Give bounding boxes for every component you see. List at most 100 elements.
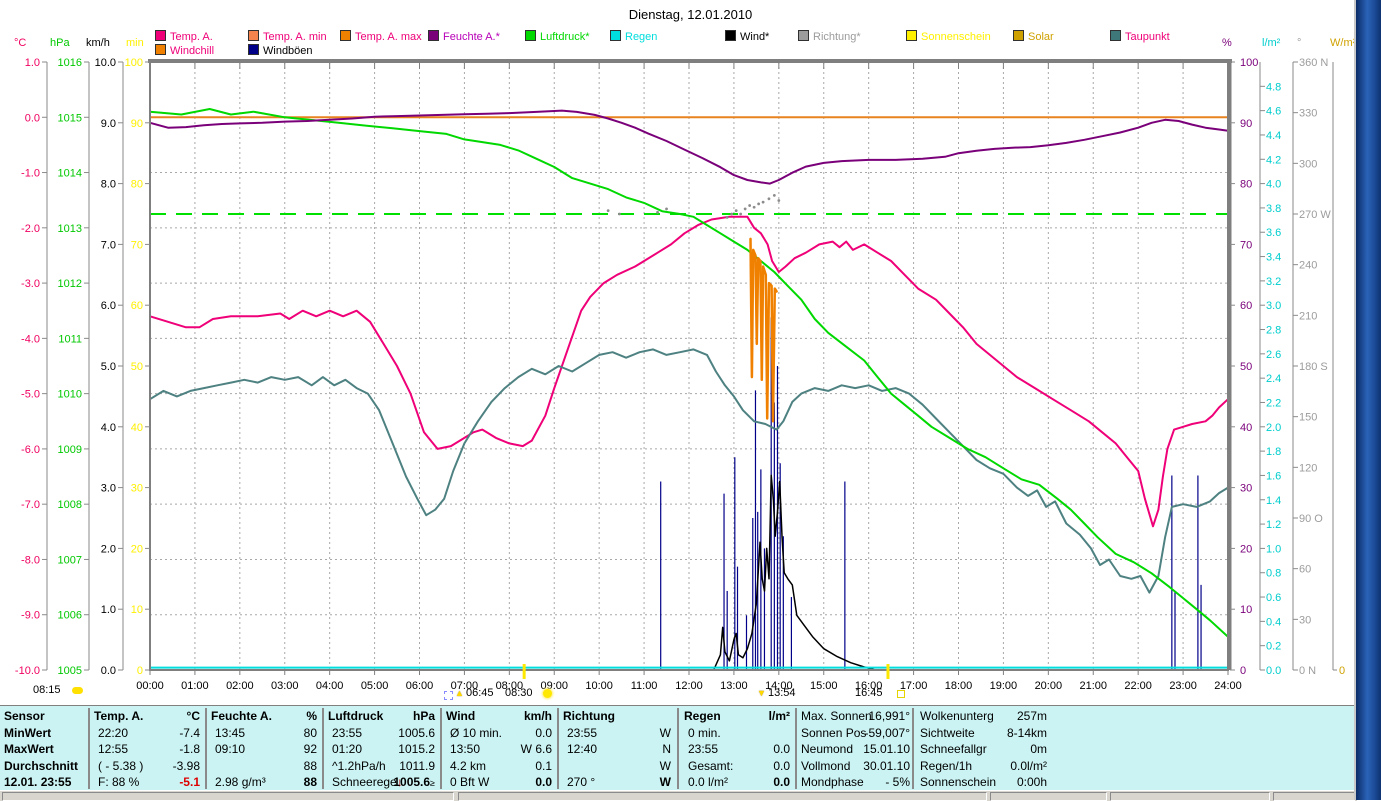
axis-tick-label: 0.8 [1266,568,1281,580]
axis-tick-label: 1011 [58,333,82,345]
axis-tick-label: 90 O [1299,513,1323,525]
axis-tick-label: 10 [1240,604,1252,616]
chart-plot-area[interactable]: 00:00 01:00 02:00 03:00 04:00 05:00 06:00 07:00… [0,0,1381,800]
series-richtung-dot [772,194,776,197]
axis-tick-label: 2.0 [101,543,116,555]
table-cell: Richtung [563,709,615,723]
axis-tick-label: 05:00 [361,680,389,692]
axis-tick-label: 12:00 [675,680,703,692]
axis-tick-label: 1009 [58,444,82,456]
axis-tick-label: 1005 [58,665,82,677]
axis-tick-label: 0.4 [1266,616,1281,628]
table-cell: - 5% [885,775,910,790]
sun-cloud-icon [72,687,83,694]
axis-tick-label: 50 [131,361,143,373]
down-arrow-icon: ▼ [757,688,766,698]
axis-tick-label: 3.0 [1266,300,1281,312]
axis-tick-label: 2.4 [1266,373,1281,385]
axis-tick-label: 10:00 [585,680,613,692]
series-richtung-dot [743,207,747,211]
table-cell: 257m [1016,709,1047,723]
table-cell: 0.0 [773,742,790,757]
axis-tick-label: 4.4 [1266,130,1281,142]
series-richtung-dot [725,215,729,219]
axis-tick-label: 20 [1240,543,1252,555]
axis-tick-label: 30 [1299,614,1311,626]
axis-tick-label: 1.0 [101,604,116,616]
table-cell: 0.1 [535,758,552,773]
axis-tick-label: 100 [1240,57,1258,69]
axis-tick-label: 80 [131,179,143,191]
axis-tick-label: 3.0 [101,483,116,495]
axis-tick-label: 1.4 [1266,495,1281,507]
axis-tick-label: 180 S [1299,361,1328,373]
axis-tick-label: -1.0 [21,168,40,180]
table-cell: W [659,725,671,740]
table-cell: MinWert [4,725,52,740]
axis-tick-label: -2.0 [21,223,40,235]
series-richtung-dot [777,199,781,202]
series-richtung-dot [761,200,765,204]
sunset-square-icon [897,690,905,698]
table-cell: 8-14km [1006,725,1047,740]
table-divider [205,708,207,789]
series-richtung-dot [757,202,761,206]
table-cell: 0m [1030,742,1047,757]
table-cell: 88 [303,758,317,773]
axis-tick-label: 100 [125,57,143,69]
axis-tick-label: 11:00 [631,680,658,692]
table-cell: hPa [412,709,435,723]
axis-tick-label: -10.0 [15,665,40,677]
axis-tick-label: 1.0 [1266,543,1281,555]
axis-tick-label: 0.0 [101,665,116,677]
table-cell: -1.8 [179,742,200,757]
weather-app-window: Dienstag, 12.01.2010 Temp. A. Temp. A. mi… [0,0,1381,801]
axis-tick-label: 20 [131,543,143,555]
axis-tick-label: 4.0 [101,422,116,434]
axis-tick-label: 0.2 [1266,641,1281,653]
axis-tick-label: -8.0 [21,554,40,566]
axis-tick-label: 1012 [58,278,82,290]
axis-tick-label: 0 N [1299,665,1316,677]
axis-tick-label: 30 [1240,483,1252,495]
axis-tick-label: 0 [137,665,143,677]
table-cell: N [662,742,671,757]
axis-tick-label: 15:00 [810,680,838,692]
desktop-background-strip [1354,0,1381,800]
series-richtung-dot [617,212,621,216]
axis-tick-label: 0.6 [1266,592,1281,604]
table-cell: % [306,709,317,723]
axis-tick-label: 1008 [58,499,82,511]
series-richtung-dot [656,210,659,214]
axis-tick-label: 1.8 [1266,446,1281,458]
series-richtung-dot [606,209,610,213]
axis-tick-label: 1015 [58,112,82,124]
series-richtung-dot [752,205,756,209]
table-cell: 0 min. [688,725,721,740]
table-divider [795,708,797,789]
table-cell: °C [186,709,200,723]
axis-tick-label: 1.2 [1266,519,1281,531]
table-cell: Sensor [4,709,45,723]
table-cell: -7.4 [179,725,200,740]
axis-tick-label: 21:00 [1079,680,1107,692]
table-cell: 1005.6 [398,725,435,740]
axis-tick-label: 5.0 [101,361,116,373]
sensor-stats-table: Sensor MinWert MaxWert Durchschnitt 12.01. 2… [0,705,1357,792]
axis-tick-label: 90 [1240,118,1252,130]
series-richtung-dot [665,207,668,211]
axis-tick-label: 1.6 [1266,470,1281,482]
axis-tick-label: 150 [1299,412,1317,424]
table-divider [440,708,442,789]
axis-tick-label: 70 [1240,239,1252,251]
table-cell: MaxWert [4,742,54,757]
axis-tick-label: 3.6 [1266,227,1281,239]
table-cell: 1011.9 [399,758,435,773]
table-cell: W [659,775,671,790]
table-cell: W [659,758,671,773]
axis-tick-label: 60 [1299,564,1311,576]
axis-tick-label: 1.0 [25,57,40,69]
axis-tick-label: 40 [131,422,143,434]
axis-tick-label: 4.0 [1266,179,1281,191]
axis-tick-label: 60 [1240,300,1252,312]
